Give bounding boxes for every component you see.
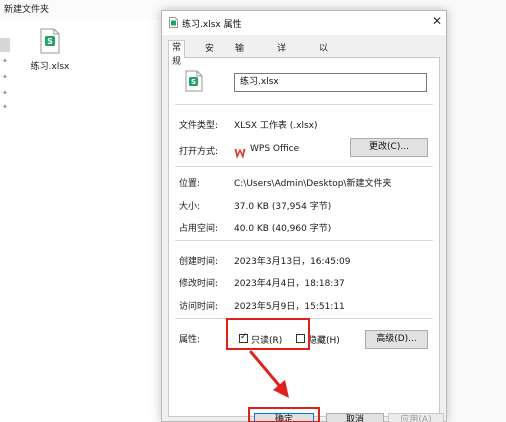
accessed-label: 访问时间: — [179, 302, 219, 312]
divider — [175, 166, 433, 167]
svg-text:S: S — [191, 78, 196, 86]
tab-previous-versions[interactable]: 以前的版本 — [316, 42, 331, 110]
modified-value: 2023年4月4日，18:18:37 — [234, 279, 345, 289]
pin-icon: ✦ — [2, 73, 8, 81]
dialog-title-bar[interactable]: 练习.xlsx 属性 ✕ — [162, 11, 446, 35]
hidden-label[interactable]: 隐藏(H) — [308, 333, 340, 346]
desktop-file-item[interactable]: S 练习.xlsx — [28, 28, 72, 72]
size-on-disk-label: 占用空间: — [179, 224, 219, 234]
size-value: 37.0 KB (37,954 字节) — [234, 202, 332, 212]
divider — [175, 104, 433, 105]
tab-security[interactable]: 安全 — [202, 42, 217, 68]
accessed-value: 2023年5月9日，15:51:11 — [234, 302, 345, 312]
pin-icon: ✦ — [2, 103, 8, 111]
apply-button[interactable]: 应用(A) — [388, 413, 444, 422]
advanced-button[interactable]: 高级(D)... — [365, 330, 428, 349]
general-tab-panel: S 练习.xlsx 文件类型: XLSX 工作表 (.xlsx) 打开方式: W… — [168, 57, 440, 417]
annotation-arrow-icon — [249, 350, 289, 398]
file-type-value: XLSX 工作表 (.xlsx) — [234, 121, 318, 131]
created-value: 2023年3月13日，16:45:09 — [234, 257, 351, 267]
tab-general[interactable]: 常规 — [168, 40, 186, 67]
location-label: 位置: — [179, 179, 201, 189]
tab-details[interactable]: 详细信息 — [274, 42, 289, 96]
properties-dialog: 练习.xlsx 属性 ✕ 常规 安全 输出转换 详细信息 以前的版本 S 练习.… — [161, 10, 447, 422]
pin-icon: ✦ — [2, 57, 8, 65]
size-label: 大小: — [179, 202, 201, 212]
xlsx-file-icon — [169, 17, 178, 28]
explorer-nav-strip: ✦ ✦ ✦ ✦ — [0, 32, 10, 152]
attributes-label: 属性: — [179, 335, 201, 345]
xlsx-file-icon: S — [185, 70, 203, 92]
created-label: 创建时间: — [179, 257, 219, 267]
annotation-highlight-box — [248, 407, 320, 422]
file-name-input[interactable]: 练习.xlsx — [234, 73, 427, 92]
xlsx-file-icon: S — [40, 28, 60, 54]
dialog-title: 练习.xlsx 属性 — [182, 20, 242, 30]
annotation-highlight-box — [226, 318, 310, 350]
wps-logo-icon — [234, 148, 246, 159]
open-with-value: WPS Office — [250, 144, 300, 154]
nav-scroll-block[interactable] — [0, 38, 10, 52]
tab-output-convert[interactable]: 输出转换 — [232, 42, 247, 96]
open-with-label: 打开方式: — [179, 147, 219, 157]
desktop-file-label: 练习.xlsx — [30, 62, 70, 72]
cancel-button[interactable]: 取消 — [326, 413, 384, 422]
modified-label: 修改时间: — [179, 279, 219, 289]
pin-icon: ✦ — [2, 89, 8, 97]
explorer-right-area — [447, 0, 506, 422]
explorer-window-title: 新建文件夹 — [4, 5, 50, 15]
change-button[interactable]: 更改(C)... — [350, 138, 428, 157]
svg-text:S: S — [47, 37, 53, 46]
file-type-label: 文件类型: — [179, 121, 219, 131]
location-value: C:\Users\Admin\Desktop\新建文件夹 — [234, 179, 392, 189]
divider — [175, 240, 433, 241]
close-icon[interactable]: ✕ — [432, 15, 442, 27]
size-on-disk-value: 40.0 KB (40,960 字节) — [234, 224, 332, 234]
